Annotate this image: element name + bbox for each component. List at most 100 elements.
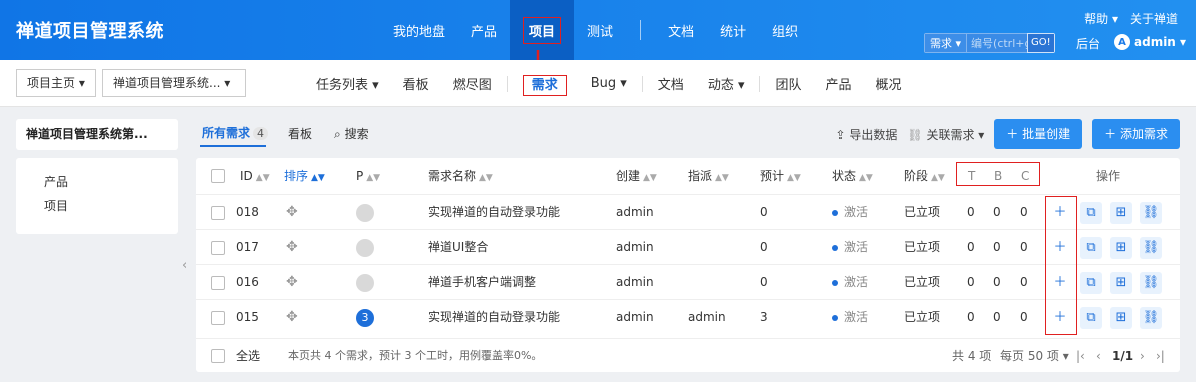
col-creator[interactable]: 创建 ▲▼ — [616, 158, 657, 194]
drag-handle-icon[interactable]: ✥ — [286, 230, 298, 265]
tab-search[interactable]: ⌕ 搜索 — [334, 125, 369, 142]
add-story-button[interactable]: ＋ 添加需求 — [1092, 119, 1180, 149]
estimate-icon[interactable]: ⊞ — [1110, 237, 1132, 259]
estimate-icon[interactable]: ⊞ — [1110, 307, 1132, 329]
subnav-story[interactable]: 需求 — [511, 74, 579, 96]
col-id[interactable]: ID ▲▼ — [240, 158, 270, 194]
subnav-bug[interactable]: Bug ▾ — [579, 76, 639, 91]
row-t: 0 — [967, 205, 975, 219]
breadcrumb-project[interactable]: 禅道项目管理系统... ▾ — [102, 69, 246, 97]
row-b: 0 — [993, 275, 1001, 289]
col-assign[interactable]: 指派 ▲▼ — [688, 158, 729, 194]
app-brand[interactable]: 禅道项目管理系统 — [16, 17, 164, 43]
unlink-icon[interactable]: ⛓ — [1140, 202, 1162, 224]
col-title[interactable]: 需求名称 ▲▼ — [428, 158, 493, 194]
batch-create-button[interactable]: ＋ 批量创建 — [994, 119, 1083, 149]
page-indicator: 1/1 — [1112, 349, 1134, 363]
link-story-button[interactable]: ⛓ 关联需求 ▾ — [907, 126, 984, 143]
row-creator: admin — [616, 275, 654, 289]
priority-badge: 3 — [356, 309, 374, 327]
row-estimate: 0 — [760, 275, 768, 289]
subnav-divider — [759, 75, 761, 92]
story-toolbar: 所有需求 4 看板 ⌕ 搜索 ⇪ 导出数据 ⛓ 关联需求 ▾ ＋ 批量创建 ＋ 添… — [196, 118, 1180, 152]
row-title[interactable]: 实现禅道的自动登录功能 — [428, 300, 560, 335]
subnav-overview[interactable]: 概况 — [864, 74, 914, 93]
subnav-divider — [506, 75, 508, 92]
left-panel-title[interactable]: 禅道项目管理系统第... — [16, 119, 178, 150]
estimate-icon[interactable]: ⊞ — [1110, 202, 1132, 224]
prev-page-icon[interactable]: ‹ — [1096, 339, 1101, 373]
row-checkbox[interactable] — [211, 276, 225, 290]
search-go-button[interactable]: GO! — [1027, 33, 1055, 53]
batch-task-icon[interactable]: ⧉ — [1080, 307, 1102, 329]
export-button[interactable]: ⇪ 导出数据 — [835, 126, 897, 143]
nav-my[interactable]: 我的地盘 — [380, 0, 458, 60]
row-title[interactable]: 禅道UI整合 — [428, 230, 488, 265]
row-checkbox[interactable] — [211, 241, 225, 255]
next-page-icon[interactable]: › — [1140, 339, 1145, 373]
row-b: 0 — [993, 310, 1001, 324]
tab-kanban[interactable]: 看板 — [288, 125, 312, 142]
select-all-checkbox[interactable] — [211, 349, 225, 363]
select-all-label[interactable]: 全选 — [236, 339, 260, 373]
drag-handle-icon[interactable]: ✥ — [286, 265, 298, 300]
col-stage[interactable]: 阶段 ▲▼ — [904, 158, 945, 194]
col-order[interactable]: 排序 ▲▼ — [284, 158, 325, 194]
unlink-icon[interactable]: ⛓ — [1140, 307, 1162, 329]
subnav-tasks[interactable]: 任务列表 ▾ — [304, 74, 391, 93]
col-status[interactable]: 状态 ▲▼ — [832, 158, 873, 194]
per-page-select[interactable]: 每页 50 项 ▾ — [1000, 339, 1069, 373]
toolbar-actions: ⇪ 导出数据 ⛓ 关联需求 ▾ ＋ 批量创建 ＋ 添加需求 — [835, 119, 1180, 149]
admin-backstage-link[interactable]: 后台 — [1076, 35, 1100, 52]
unlink-icon[interactable]: ⛓ — [1140, 272, 1162, 294]
col-pri[interactable]: P ▲▼ — [356, 158, 380, 194]
subnav-kanban[interactable]: 看板 — [391, 74, 441, 93]
row-title[interactable]: 实现禅道的自动登录功能 — [428, 195, 560, 230]
sort-icon: ▲▼ — [479, 173, 493, 183]
subnav-product[interactable]: 产品 — [814, 74, 864, 93]
batch-task-icon[interactable]: ⧉ — [1080, 272, 1102, 294]
about-link[interactable]: 关于禅道 — [1130, 10, 1178, 27]
tab-all-stories[interactable]: 所有需求 4 — [202, 124, 269, 141]
subnav-team[interactable]: 团队 — [763, 74, 813, 93]
user-menu[interactable]: A admin ▾ — [1114, 34, 1186, 50]
search-type-select[interactable]: 需求 ▾ — [924, 33, 968, 53]
left-link-product[interactable]: 产品 — [44, 170, 178, 194]
table-row[interactable]: 015 ✥ 3 实现禅道的自动登录功能 admin admin 3 激活 已立项… — [196, 299, 1180, 334]
row-title[interactable]: 禅道手机客户端调整 — [428, 265, 536, 300]
subnav-dynamic[interactable]: 动态 ▾ — [696, 74, 757, 93]
link-icon: ⛓ — [907, 127, 923, 142]
search-input[interactable]: 编号(ctrl+g) — [967, 33, 1028, 53]
left-link-project[interactable]: 项目 — [44, 194, 178, 218]
nav-test[interactable]: 测试 — [574, 0, 626, 60]
table-row[interactable]: 018 ✥ 实现禅道的自动登录功能 admin 0 激活 已立项 0 0 0 ＋… — [196, 194, 1180, 229]
nav-stat[interactable]: 统计 — [707, 0, 759, 60]
nav-doc[interactable]: 文档 — [655, 0, 707, 60]
drag-handle-icon[interactable]: ✥ — [286, 195, 298, 230]
unlink-icon[interactable]: ⛓ — [1140, 237, 1162, 259]
subnav-burndown[interactable]: 燃尽图 — [441, 74, 504, 93]
top-header: 禅道项目管理系统 我的地盘 产品 项目 测试 文档 统计 组织 帮助 ▾ 关于禅… — [0, 0, 1196, 60]
sort-icon: ▲▼ — [859, 173, 873, 183]
row-checkbox[interactable] — [211, 311, 225, 325]
table-row[interactable]: 017 ✥ 禅道UI整合 admin 0 激活 已立项 0 0 0 ＋ ⧉ ⊞ … — [196, 229, 1180, 264]
batch-task-icon[interactable]: ⧉ — [1080, 202, 1102, 224]
row-checkbox[interactable] — [211, 206, 225, 220]
nav-divider — [640, 20, 642, 40]
estimate-icon[interactable]: ⊞ — [1110, 272, 1132, 294]
active-tab-underline — [200, 145, 266, 147]
drag-handle-icon[interactable]: ✥ — [286, 300, 298, 335]
batch-task-icon[interactable]: ⧉ — [1080, 237, 1102, 259]
subnav-doc[interactable]: 文档 — [646, 74, 696, 93]
collapse-left-icon[interactable]: ‹ — [182, 258, 187, 273]
help-menu[interactable]: 帮助 ▾ — [1084, 10, 1118, 27]
select-all-header-checkbox[interactable] — [211, 169, 225, 183]
nav-org[interactable]: 组织 — [759, 0, 811, 60]
col-estimate[interactable]: 预计 ▲▼ — [760, 158, 801, 194]
breadcrumb-home[interactable]: 项目主页 ▾ — [16, 69, 96, 97]
row-assign: admin — [688, 310, 726, 324]
table-row[interactable]: 016 ✥ 禅道手机客户端调整 admin 0 激活 已立项 0 0 0 ＋ ⧉… — [196, 264, 1180, 299]
nav-product[interactable]: 产品 — [458, 0, 510, 60]
last-page-icon[interactable]: ›| — [1156, 339, 1165, 373]
first-page-icon[interactable]: |‹ — [1076, 339, 1085, 373]
